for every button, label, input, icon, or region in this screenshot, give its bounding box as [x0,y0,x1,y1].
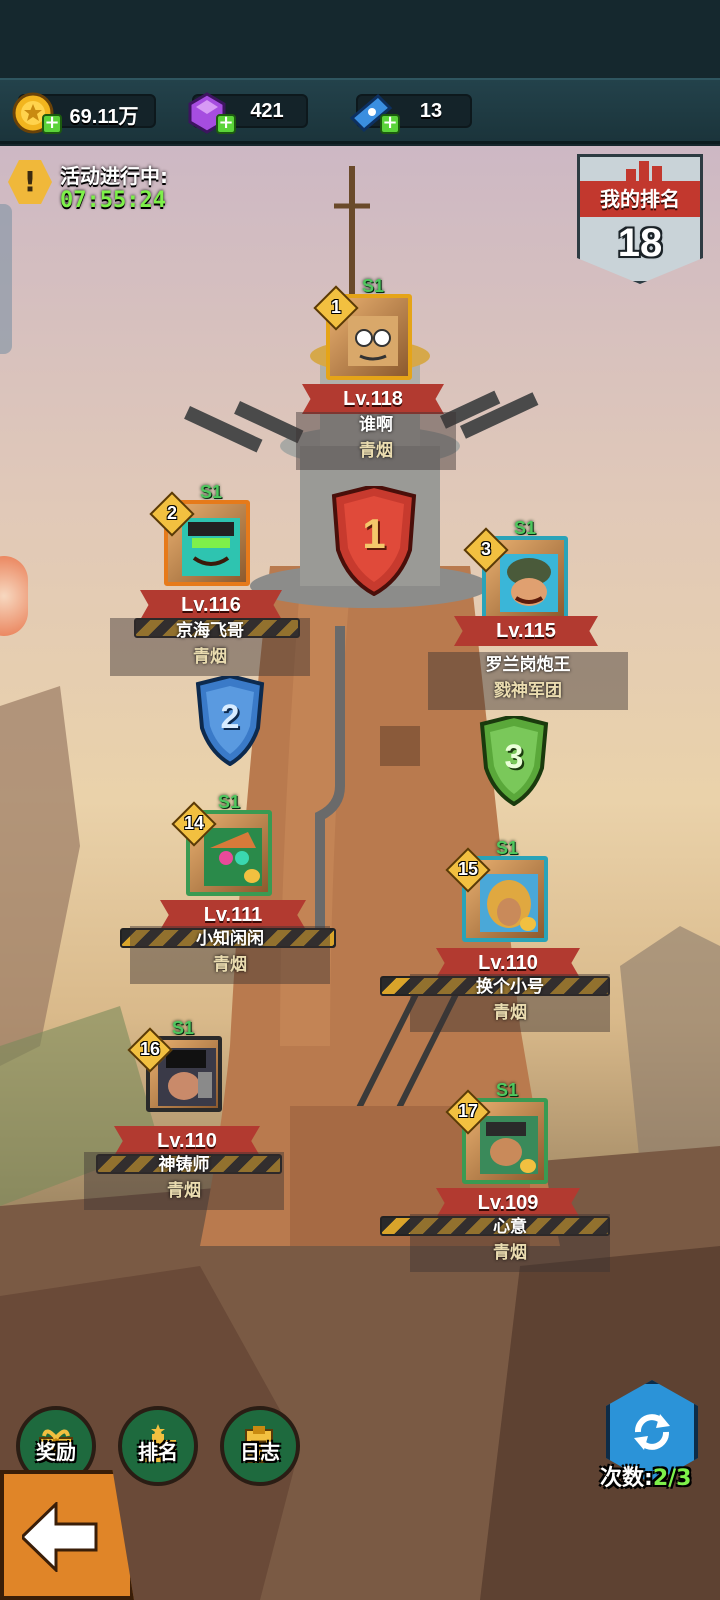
player-guild: 青烟 [359,441,393,461]
rank-number: 1 [330,297,341,317]
name-plate: 谁啊 青烟 [296,412,456,470]
avatar-portrait-icon [348,316,398,366]
ticket-counter[interactable]: + 13 [349,93,472,134]
add-gold-icon[interactable]: + [42,114,62,134]
name-plate: 心意 青烟 [410,1214,610,1272]
attempts-value: 2/3 [652,1466,692,1491]
player-guild: 青烟 [193,647,227,667]
podium-number-2: 2 [220,698,240,736]
rewards-label: 奖励 [36,1440,76,1464]
player-name: 换个小号 [476,977,544,997]
rank-number: 2 [166,503,177,523]
name-plate: 小知闲闲 青烟 [130,926,330,984]
back-button[interactable] [0,1470,134,1600]
player-guild: 青烟 [167,1181,201,1201]
player-guild: 戮神军团 [494,681,562,701]
level-banner: Lv.116 [140,590,282,620]
player-name: 谁啊 [359,415,393,435]
player-name: 小知闲闲 [196,929,264,949]
side-event-button[interactable] [0,556,28,636]
my-rank-card[interactable]: 我的排名 18 [577,154,703,284]
name-plate: 神铸师 青烟 [84,1152,284,1210]
avatar-portrait-icon [480,874,538,932]
my-rank-value: 18 [617,221,663,265]
level-banner: Lv.118 [302,384,444,414]
gold-value: 69.11万 [69,106,139,128]
avatar-portrait-icon [182,518,240,576]
player-guild: 青烟 [493,1243,527,1263]
status-area [0,0,720,78]
ticket-value: 13 [419,100,443,122]
attempts-label: 次数: [600,1466,653,1491]
event-timer: 07:55:24 [60,188,166,213]
rank-number: 16 [139,1039,161,1059]
attempts-counter: 次数:2/3 [600,1460,691,1492]
gem-value: 421 [250,100,284,122]
rank-number: 14 [183,813,205,833]
rank-number: 15 [457,859,479,879]
level-banner: Lv.115 [454,616,598,646]
add-gem-icon[interactable]: + [216,114,236,134]
gold-counter[interactable]: + 69.11万 [12,92,156,134]
player-name: 心意 [493,1217,527,1237]
tower-scene: 1 2 3 ! 活动进行中: 07:55:24 我的排名 18 S1 1 Lv.… [0,146,720,1600]
avatar-portrait-icon [500,554,558,612]
my-rank-label: 我的排名 [580,181,700,217]
log-label: 日志 [240,1440,280,1464]
player-name: 京海飞哥 [176,621,244,641]
resource-bar: + 69.11万 + 421 + 13 [0,78,720,144]
ranking-label: 排名 [138,1440,178,1464]
player-guild: 青烟 [493,1003,527,1023]
rank-number: 3 [480,539,491,559]
podium-number-1: 1 [362,510,386,557]
player-guild: 青烟 [213,955,247,975]
player-name: 罗兰岗炮王 [485,655,571,675]
rank-bars-icon [626,161,662,181]
name-plate: 京海飞哥 青烟 [110,618,310,676]
add-ticket-icon[interactable]: + [380,114,400,134]
name-plate: 罗兰岗炮王 戮神军团 [428,652,628,710]
player-name: 神铸师 [158,1155,210,1175]
gem-counter[interactable]: + 421 [188,92,308,134]
event-status: 活动进行中: [60,164,168,188]
rank-number: 17 [457,1101,479,1121]
podium-number-3: 3 [504,738,524,776]
side-drawer-handle[interactable] [0,204,12,354]
avatar-portrait-icon [480,1116,538,1174]
name-plate: 换个小号 青烟 [410,974,610,1032]
back-arrow-icon [22,1502,98,1572]
avatar-portrait-icon [204,828,262,886]
refresh-icon [634,1414,670,1450]
